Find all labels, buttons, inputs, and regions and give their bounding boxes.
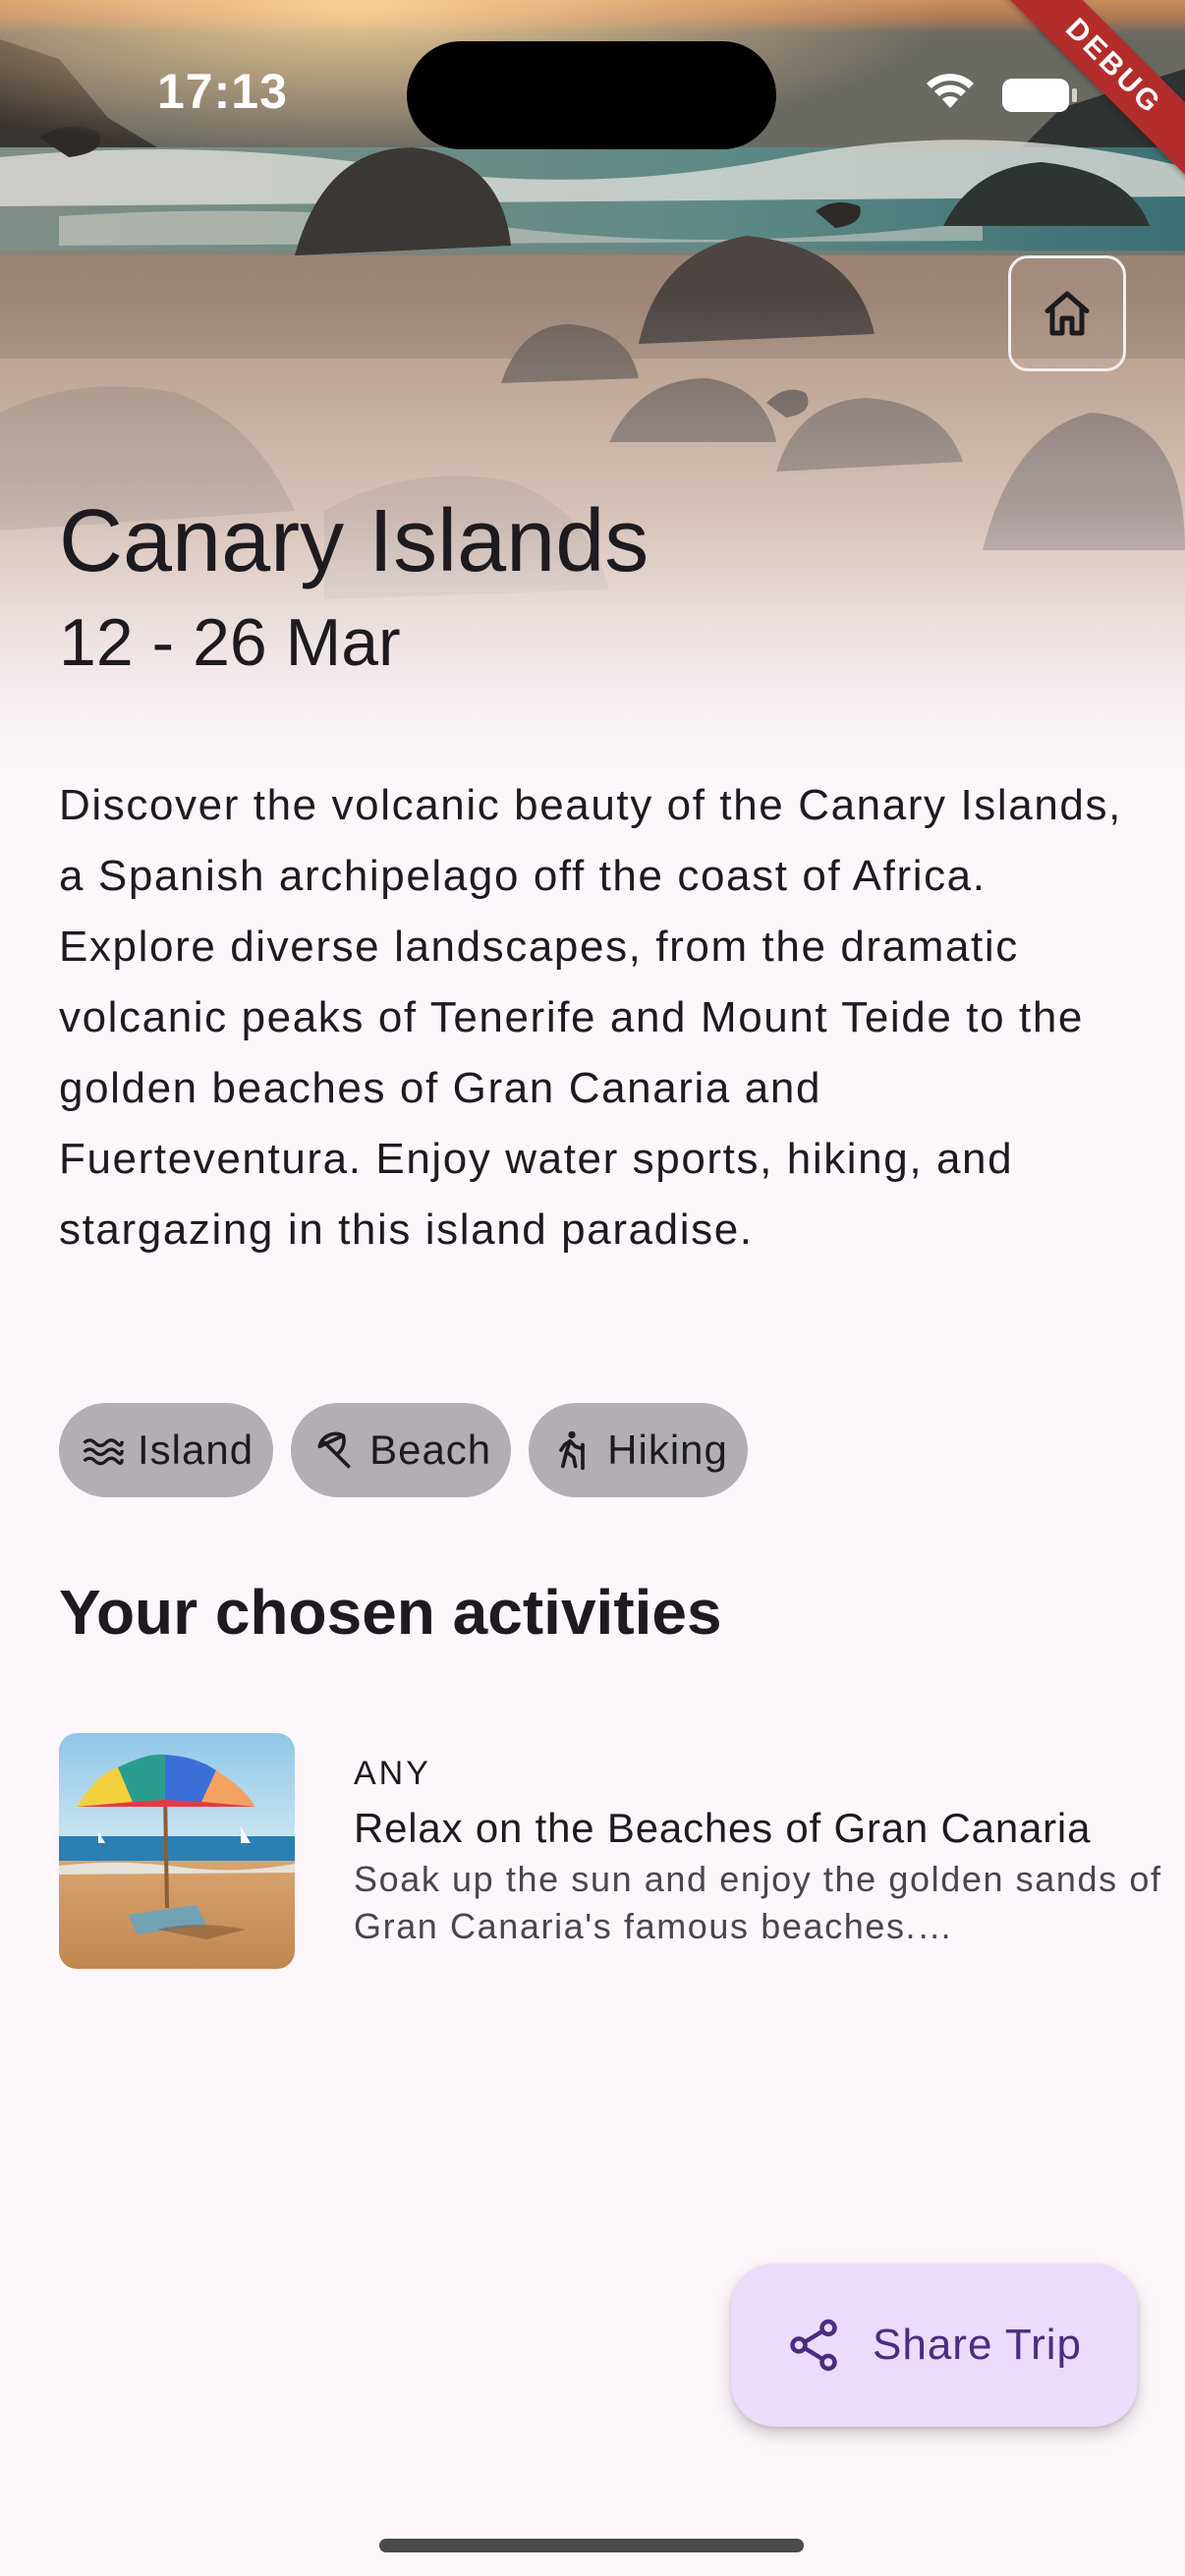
dynamic-island [407,41,776,149]
trip-description: Discover the volcanic beauty of the Cana… [59,781,1122,1254]
activity-details: ANY Relax on the Beaches of Gran Canaria… [354,1755,1185,1950]
activity-name: Relax on the Beaches of Gran Canaria [354,1805,1092,1851]
share-trip-label: Share Trip [873,2321,1082,2369]
waves-icon [81,1428,124,1472]
tag-label: Hiking [607,1427,728,1473]
tag-chips: Island Beach Hiking [59,1403,748,1497]
share-trip-button[interactable]: Share Trip [731,2264,1138,2427]
tag-chip-island[interactable]: Island [59,1403,274,1497]
tag-chip-hiking[interactable]: Hiking [529,1403,748,1497]
status-time: 17:13 [157,64,288,119]
home-indicator[interactable] [379,2539,804,2552]
trip-title: Canary Islands [59,492,649,590]
tag-label: Beach [369,1427,492,1473]
beach-umbrella-icon [312,1428,356,1472]
trip-dates: 12 - 26 Mar [59,605,401,680]
activity-list-item[interactable]: ANY Relax on the Beaches of Gran Canaria… [59,1733,1160,1969]
hiking-icon [550,1428,593,1472]
activity-thumbnail [59,1733,295,1969]
tag-label: Island [138,1427,254,1473]
tag-chip-beach[interactable]: Beach [291,1403,512,1497]
hero-image-header: 17:13 DEBUG Canary Islands 12 - 26 Mar [0,0,1185,776]
home-icon [1044,291,1090,336]
home-button[interactable] [1008,255,1126,371]
activity-kind: ANY [354,1755,431,1792]
share-icon [790,2319,837,2372]
activity-description: Soak up the sun and enjoy the golden san… [354,1859,1162,1946]
wifi-icon [927,74,974,108]
battery-icon [1002,79,1077,112]
activities-section-title: Your chosen activities [59,1577,722,1648]
